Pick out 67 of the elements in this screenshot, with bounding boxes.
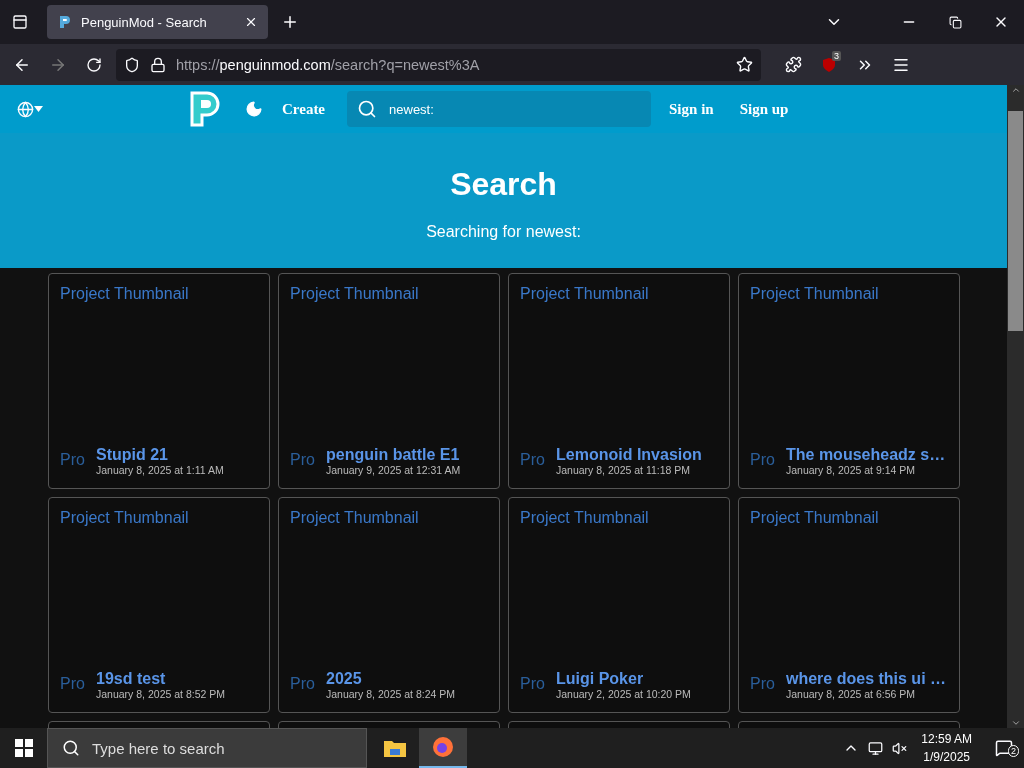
close-icon[interactable] bbox=[244, 15, 258, 29]
project-title[interactable]: penguin battle E1 bbox=[326, 446, 461, 464]
bookmark-star-icon[interactable] bbox=[736, 56, 753, 73]
thumbnail-alt-text: Project Thumbnail bbox=[520, 285, 650, 304]
search-icon[interactable] bbox=[62, 739, 80, 757]
project-date: January 2, 2025 at 10:20 PM bbox=[556, 688, 691, 700]
page-title: Search bbox=[450, 166, 557, 203]
search-bar[interactable]: newest: bbox=[347, 91, 652, 127]
scroll-up-icon[interactable] bbox=[1010, 85, 1021, 95]
windows-start-icon[interactable] bbox=[15, 739, 33, 757]
avatar-alt-text: Pro bbox=[290, 451, 316, 469]
project-title[interactable]: Lemonoid Invasion bbox=[556, 446, 702, 464]
thumbnail-alt-text: Project Thumbnail bbox=[60, 285, 190, 304]
project-title[interactable]: Luigi Poker bbox=[556, 670, 691, 688]
project-date: January 8, 2025 at 9:14 PM bbox=[786, 464, 916, 476]
taskbar-search-input[interactable]: Type here to search bbox=[90, 738, 293, 758]
project-title[interactable]: 19sd test bbox=[96, 670, 225, 688]
thumbnail-alt-text: Project Thumbnail bbox=[290, 509, 420, 528]
project-date: January 8, 2025 at 8:52 PM bbox=[96, 688, 225, 700]
thumbnail-alt-text: Project Thumbnail bbox=[290, 285, 420, 304]
avatar-alt-text: Pro bbox=[750, 451, 776, 469]
notification-count: 2 bbox=[1008, 745, 1019, 757]
project-card[interactable]: Project Thumbnail Pro 2025 January 8, 2025 at 8:24 PM bbox=[278, 497, 500, 713]
project-title[interactable]: where does this ui … bbox=[786, 670, 947, 688]
project-card[interactable]: Project Thumbnail Pro penguin battle E1 January 9, 2025 at 12:31 AM bbox=[278, 273, 500, 489]
thumbnail-alt-text: Project Thumbnail bbox=[520, 509, 650, 528]
thumbnail-alt-text: Project Thumbnail bbox=[60, 509, 190, 528]
search-input[interactable]: newest: bbox=[387, 100, 642, 118]
avatar-alt-text: Pro bbox=[520, 451, 546, 469]
scroll-down-icon[interactable] bbox=[1010, 718, 1021, 728]
thumbnail-alt-text: Project Thumbnail bbox=[750, 509, 880, 528]
project-title[interactable]: Stupid 21 bbox=[96, 446, 224, 464]
avatar-alt-text: Pro bbox=[60, 451, 86, 469]
address-bar[interactable]: https://penguinmod.com/search?q=newest%3A bbox=[116, 48, 761, 81]
thumbnail-alt-text: Project Thumbnail bbox=[750, 285, 880, 304]
tab-title: PenguinMod - Search bbox=[81, 14, 208, 30]
shield-icon bbox=[124, 56, 140, 73]
lock-icon bbox=[150, 56, 166, 73]
project-title[interactable]: The mouseheadz s… bbox=[786, 446, 946, 464]
penguin-logo-icon bbox=[57, 14, 73, 30]
project-card[interactable]: Project Thumbnail Pro where does this ui … January 8, 2025 at 6:56 PM bbox=[738, 497, 960, 713]
project-card[interactable]: Project Thumbnail Pro The mouseheadz s… January 8, 2025 at 9:14 PM bbox=[738, 273, 960, 489]
project-date: January 8, 2025 at 8:24 PM bbox=[326, 688, 455, 700]
avatar-alt-text: Pro bbox=[520, 675, 546, 693]
project-card[interactable]: Project Thumbnail Pro 19sd test January 8, 2025 at 8:52 PM bbox=[48, 497, 270, 713]
clock-date: 1/9/2025 bbox=[923, 750, 970, 764]
url-text: https://penguinmod.com/search?q=newest%3A bbox=[176, 56, 480, 73]
scrollbar[interactable] bbox=[1007, 85, 1024, 728]
project-card[interactable]: Project Thumbnail Pro Stupid 21 January 8, 2025 at 1:11 AM bbox=[48, 273, 270, 489]
penguinmod-logo-icon[interactable] bbox=[188, 90, 222, 128]
search-subtitle: Searching for newest: bbox=[426, 223, 581, 241]
project-card[interactable]: Project Thumbnail Pro Luigi Poker January 2, 2025 at 10:20 PM bbox=[508, 497, 730, 713]
project-date: January 8, 2025 at 1:11 AM bbox=[96, 464, 224, 476]
project-title[interactable]: 2025 bbox=[326, 670, 455, 688]
browser-tab[interactable]: PenguinMod - Search bbox=[47, 5, 268, 39]
notifications-icon[interactable] bbox=[995, 739, 1013, 757]
avatar-alt-text: Pro bbox=[750, 675, 776, 693]
project-date: January 9, 2025 at 12:31 AM bbox=[326, 464, 461, 476]
clock-time: 12:59 AM bbox=[921, 732, 972, 746]
firefox-icon[interactable] bbox=[419, 728, 467, 768]
avatar-alt-text: Pro bbox=[60, 675, 86, 693]
project-date: January 8, 2025 at 6:56 PM bbox=[786, 688, 916, 700]
avatar-alt-text: Pro bbox=[290, 675, 316, 693]
project-card[interactable]: Project Thumbnail Pro Lemonoid Invasion January 8, 2025 at 11:18 PM bbox=[508, 273, 730, 489]
extension-badge: 3 bbox=[832, 50, 841, 61]
project-date: January 8, 2025 at 11:18 PM bbox=[556, 464, 692, 476]
taskbar-search-bar[interactable]: Type here to search bbox=[47, 728, 367, 768]
